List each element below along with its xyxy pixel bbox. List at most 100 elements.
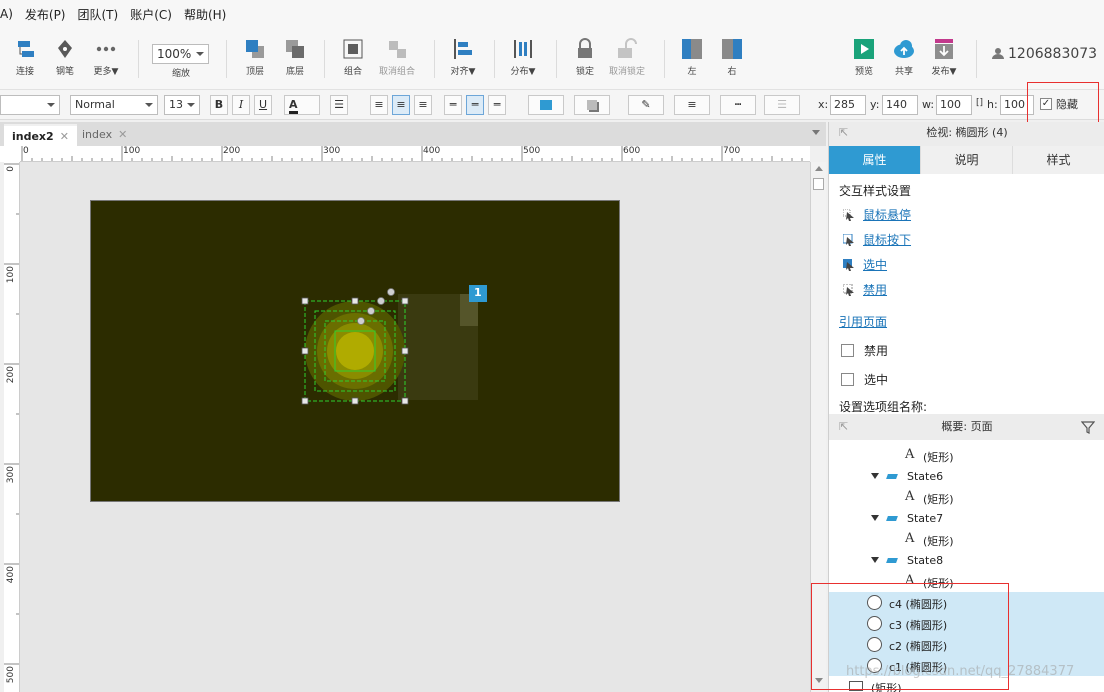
valign-middle-button[interactable]: ═ xyxy=(466,95,484,115)
lock-aspect-icon[interactable]: [] xyxy=(976,98,983,108)
menu-item-team[interactable]: 团队(T) xyxy=(78,6,119,23)
filter-icon[interactable] xyxy=(1081,420,1095,434)
user-account[interactable]: 1206883073 xyxy=(992,46,1097,62)
share-button[interactable]: 共享 xyxy=(890,38,918,77)
menu-item-account[interactable]: 账户(C) xyxy=(130,6,172,23)
ellipse-c4[interactable] xyxy=(336,332,374,370)
bullet-list-button[interactable]: ☰ xyxy=(330,95,348,115)
disabled-link[interactable]: 禁用 xyxy=(842,281,887,298)
align-text-right-button[interactable]: ≡ xyxy=(414,95,432,115)
preview-button[interactable]: 预览 xyxy=(850,38,878,77)
menu-item-publish[interactable]: 发布(P) xyxy=(25,6,66,23)
zoom-select[interactable]: 100% xyxy=(152,44,209,64)
line-width-button[interactable]: ≡ xyxy=(674,95,710,115)
scroll-up-icon[interactable] xyxy=(815,166,823,171)
bring-to-top-button[interactable]: 顶层 xyxy=(240,38,270,77)
tab-index2[interactable]: index2 ✕ xyxy=(4,124,77,146)
resize-handle[interactable] xyxy=(301,297,309,305)
resize-handle[interactable] xyxy=(401,397,409,405)
tab-list-chevron-icon[interactable] xyxy=(812,130,820,135)
reference-page-link[interactable]: 引用页面 xyxy=(839,313,887,330)
expand-triangle-icon[interactable] xyxy=(871,473,879,479)
resize-handle[interactable] xyxy=(401,297,409,305)
resize-handle[interactable] xyxy=(351,397,359,405)
outline-row[interactable]: A (矩形) xyxy=(829,487,1104,508)
font-color-button[interactable]: A xyxy=(284,95,320,115)
align-button[interactable]: 对齐▼ xyxy=(448,38,478,77)
lock-button[interactable]: 锁定 xyxy=(570,38,600,77)
disabled-checkbox[interactable]: 禁用 xyxy=(841,342,888,359)
outline-row[interactable]: State6 xyxy=(829,466,1104,487)
valign-top-button[interactable]: ═ xyxy=(444,95,462,115)
radius-handle[interactable] xyxy=(387,288,395,296)
arrow-style-button[interactable]: ☰ xyxy=(764,95,800,115)
group-button[interactable]: 组合 xyxy=(338,38,368,77)
selected-checkbox[interactable]: 选中 xyxy=(841,371,888,388)
outline-row[interactable]: State8 xyxy=(829,550,1104,571)
underline-button[interactable]: U xyxy=(254,95,272,115)
line-color-button[interactable]: ✎ xyxy=(628,95,664,115)
unlock-button[interactable]: 取消锁定 xyxy=(606,38,648,77)
style-select[interactable]: Normal xyxy=(70,95,158,115)
outline-row[interactable]: A (矩形) xyxy=(829,529,1104,550)
menu-item-help[interactable]: 帮助(H) xyxy=(184,6,226,23)
shadow-button[interactable] xyxy=(574,95,610,115)
tab-notes[interactable]: 说明 xyxy=(921,146,1013,174)
italic-button[interactable]: I xyxy=(232,95,250,115)
tab-properties[interactable]: 属性 xyxy=(829,146,921,174)
resize-handle[interactable] xyxy=(401,347,409,355)
send-to-bottom-button[interactable]: 底层 xyxy=(280,38,310,77)
outline-row[interactable]: State7 xyxy=(829,508,1104,529)
radius-handle[interactable] xyxy=(367,307,375,315)
w-field[interactable]: w: 100 xyxy=(922,95,974,115)
w-input[interactable]: 100 xyxy=(936,95,972,115)
mouse-down-link[interactable]: 鼠标按下 xyxy=(842,231,911,248)
interaction-badge-number: 1 xyxy=(474,286,482,299)
left-button[interactable]: 左 xyxy=(678,38,706,77)
selected-link[interactable]: 选中 xyxy=(843,256,887,273)
align-text-center-button[interactable]: ≡ xyxy=(392,95,410,115)
fill-color-button[interactable] xyxy=(528,95,564,115)
resize-handle[interactable] xyxy=(301,347,309,355)
font-size-value: 13 xyxy=(169,98,183,111)
font-size-select[interactable]: 13 xyxy=(164,95,200,115)
collapse-icon[interactable]: ⇱ xyxy=(839,414,848,440)
more-button[interactable]: 更多▼ xyxy=(90,38,122,77)
scrollbar-thumb[interactable] xyxy=(813,178,824,190)
collapse-icon[interactable]: ⇱ xyxy=(839,122,848,144)
y-field[interactable]: y: 140 xyxy=(870,95,920,115)
publish-button[interactable]: 发布▼ xyxy=(928,38,960,77)
radius-handle[interactable] xyxy=(377,297,385,305)
align-text-left-button[interactable]: ≡ xyxy=(370,95,388,115)
radius-handle[interactable] xyxy=(357,317,365,325)
resize-handle[interactable] xyxy=(351,297,359,305)
distribute-button[interactable]: 分布▼ xyxy=(508,38,538,77)
menu-item-a[interactable]: A) xyxy=(0,7,13,21)
selected-checkbox-box[interactable] xyxy=(841,373,854,386)
tab-style[interactable]: 样式 xyxy=(1013,146,1104,174)
connect-button[interactable]: 连接 xyxy=(10,38,40,77)
resize-handle[interactable] xyxy=(301,397,309,405)
close-icon[interactable]: ✕ xyxy=(60,130,69,143)
toolbar-divider xyxy=(226,40,227,78)
font-family-select[interactable] xyxy=(0,95,60,115)
x-field[interactable]: x: 285 xyxy=(818,95,868,115)
send-to-bottom-icon xyxy=(284,38,306,60)
right-label: 右 xyxy=(727,67,737,77)
close-icon[interactable]: ✕ xyxy=(118,128,127,141)
valign-bottom-button[interactable]: ═ xyxy=(488,95,506,115)
expand-triangle-icon[interactable] xyxy=(871,557,879,563)
y-input[interactable]: 140 xyxy=(882,95,918,115)
design-canvas[interactable]: 1 xyxy=(20,162,810,692)
disabled-checkbox-box[interactable] xyxy=(841,344,854,357)
expand-triangle-icon[interactable] xyxy=(871,515,879,521)
line-style-button[interactable]: ┅ xyxy=(720,95,756,115)
tab-index[interactable]: index ✕ xyxy=(74,124,135,146)
mouse-hover-link[interactable]: 鼠标悬停 xyxy=(842,206,911,223)
ungroup-button[interactable]: 取消组合 xyxy=(376,38,418,77)
outline-row[interactable]: A (矩形) xyxy=(829,445,1104,466)
pen-button[interactable]: 钢笔 xyxy=(50,38,80,77)
right-button[interactable]: 右 xyxy=(718,38,746,77)
x-input[interactable]: 285 xyxy=(830,95,866,115)
bold-button[interactable]: B xyxy=(210,95,228,115)
